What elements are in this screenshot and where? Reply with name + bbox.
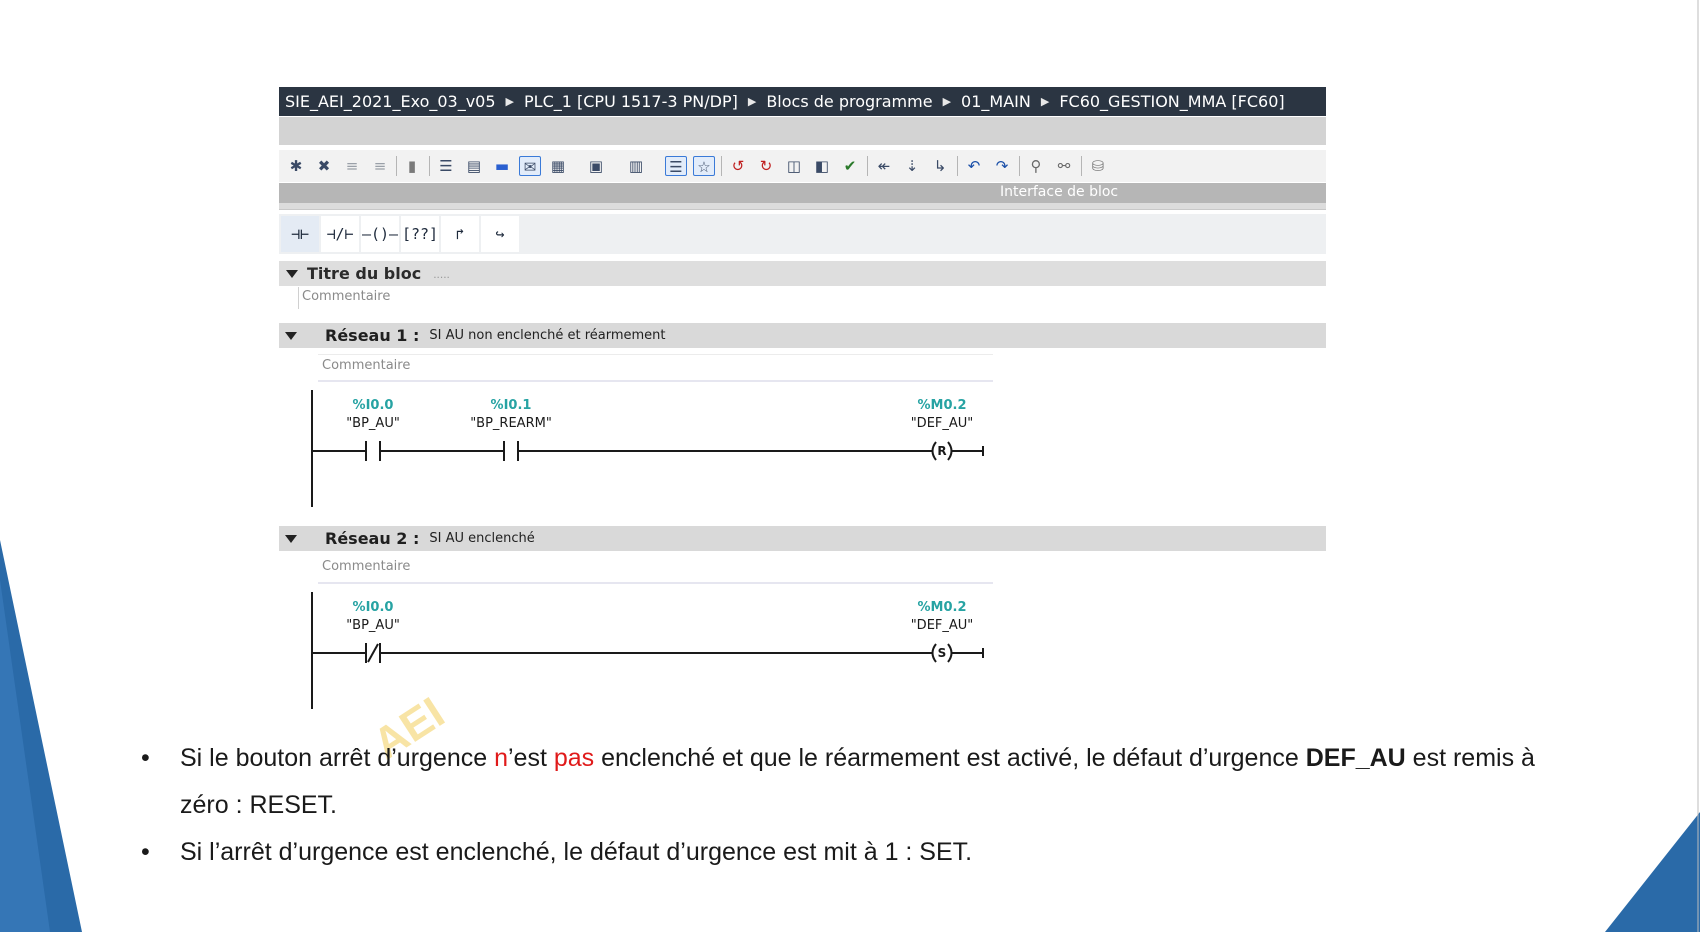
collapse-triangle-icon[interactable] [285, 534, 297, 543]
insert-row-icon[interactable]: ≡ [341, 156, 363, 176]
slide: SIE_AEI_2021_Exo_03_v05 ▶ PLC_1 [CPU 151… [0, 0, 1700, 932]
network-2-description[interactable]: SI AU enclenché [429, 531, 534, 546]
block-interface-bar[interactable]: Interface de bloc [279, 183, 1326, 203]
network-down-icon[interactable]: ⇣ [901, 156, 923, 176]
db-icon[interactable]: ⛁ [1087, 156, 1109, 176]
coil-symbol[interactable]: "DEF_AU" [911, 618, 974, 633]
network-1-title: Réseau 1 : [325, 326, 420, 345]
bullet-text-red: n [494, 744, 508, 772]
breadcrumb-item-plc[interactable]: PLC_1 [CPU 1517-3 PN/DP] [524, 92, 738, 111]
coil-type-label: R [937, 444, 946, 458]
collapse-triangle-icon[interactable] [285, 331, 297, 340]
network-1-comment[interactable]: Commentaire [318, 354, 993, 382]
bullet-text: Si l’arrêt d’urgence est enclenché, le d… [180, 838, 973, 866]
list-view-icon[interactable]: ☰ [435, 156, 457, 176]
contact-symbol[interactable]: "BP_AU" [346, 618, 400, 633]
no-contact-icon[interactable]: ⊣⊢ [281, 216, 319, 252]
nc-contact[interactable] [312, 643, 932, 663]
update-icon[interactable]: ◧ [811, 156, 833, 176]
left-corner-decoration [0, 540, 82, 932]
breadcrumb-item-project[interactable]: SIE_AEI_2021_Exo_03_v05 [285, 92, 496, 111]
contact-address[interactable]: %I0.1 [491, 398, 532, 413]
network-1-header[interactable]: Réseau 1 : SI AU non enclenché et réarme… [279, 323, 1326, 348]
delete-network-icon[interactable]: ✖ [313, 156, 335, 176]
coil-symbol[interactable]: "DEF_AU" [911, 416, 974, 431]
bullet-item: • Si le bouton arrêt d’urgence n’est pas… [130, 735, 1590, 829]
block-interface-splitter[interactable] [279, 203, 1326, 210]
network-2-comment[interactable]: Commentaire [318, 556, 993, 584]
coil-icon[interactable]: –()– [361, 216, 399, 252]
block-interface-label: Interface de bloc [1000, 184, 1119, 200]
nc-contact-icon[interactable]: ⊣/⊢ [321, 216, 359, 252]
network-2-title: Réseau 2 : [325, 529, 420, 548]
bullet-text-bold: DEF_AU [1305, 744, 1406, 772]
compare-icon[interactable]: ◫ [783, 156, 805, 176]
coil-type-label: S [938, 646, 947, 660]
step-out-icon[interactable]: ↷ [991, 156, 1013, 176]
breadcrumb-item-folder[interactable]: 01_MAIN [961, 92, 1031, 111]
ladder-instruction-toolbar: ⊣⊢ ⊣/⊢ –()– [??] ↱ ↪ [279, 214, 1326, 254]
zoom-icon[interactable]: ⚯ [1053, 156, 1075, 176]
go-to-previous-icon[interactable]: ↻ [755, 156, 777, 176]
empty-box-icon[interactable]: [??] [401, 216, 439, 252]
block-title-placeholder[interactable]: ..... [433, 267, 450, 281]
open-branch-icon[interactable]: ↱ [441, 216, 479, 252]
bullet-item: • Si l’arrêt d’urgence est enclenché, le… [130, 829, 1590, 876]
coil-address[interactable]: %M0.2 [918, 398, 967, 413]
explanation-list: • Si le bouton arrêt d’urgence n’est pas… [130, 735, 1590, 876]
network-2-ladder: %I0.0 "BP_AU" %M0.2 "DEF_AU" S [311, 592, 984, 709]
network-2-header[interactable]: Réseau 2 : SI AU enclenché [279, 526, 1326, 551]
right-corner-decoration [1605, 812, 1700, 932]
block-title-bar[interactable]: Titre du bloc ..... [279, 261, 1326, 286]
go-to-error-icon[interactable]: ↺ [727, 156, 749, 176]
db-access-icon[interactable]: ▮ [401, 156, 423, 176]
network-1-description[interactable]: SI AU non enclenché et réarmement [429, 328, 665, 343]
bullet-text-red: pas [553, 744, 595, 772]
insert-network-icon[interactable]: ✱ [285, 156, 307, 176]
add-row-icon[interactable]: ≡ [369, 156, 391, 176]
block-comment[interactable]: Commentaire [298, 287, 1298, 309]
editor-toolbar: ✱ ✖ ≡ ≡ ▮ ☰ ▤ ▬ ✉ ▦ ▣ ▥ ☰ ☆ ↺ ↻ ◫ ◧ ✔ ↞ … [279, 150, 1326, 182]
inspect-icon[interactable]: ⚲ [1025, 156, 1047, 176]
favorites-icon[interactable]: ▦ [547, 156, 569, 176]
network-1-ladder: %I0.0 "BP_AU" %I0.1 "BP_REARM" %M0.2 "DE… [311, 390, 984, 507]
block-title: Titre du bloc [307, 264, 422, 283]
collapse-triangle-icon[interactable] [286, 269, 298, 278]
favorites-toggle-icon[interactable]: ☆ [693, 156, 715, 176]
bullet-icon: • [141, 744, 150, 772]
breadcrumb-item-program-blocks[interactable]: Blocs de programme [766, 92, 932, 111]
no-contact[interactable] [503, 441, 932, 461]
bullet-icon: • [141, 838, 150, 866]
expand-icon[interactable]: ▥ [625, 156, 647, 176]
bullet-text: ’est [508, 744, 554, 772]
empty-header-bar [279, 117, 1326, 145]
network-comments-icon[interactable]: ☰ [665, 156, 687, 176]
network-jump-icon[interactable]: ↳ [929, 156, 951, 176]
breadcrumb-item-block[interactable]: FC60_GESTION_MMA [FC60] [1059, 92, 1284, 111]
right-edge-line [1697, 0, 1699, 932]
symbolic-operands-icon[interactable]: ▬ [491, 156, 513, 176]
breadcrumb-separator-icon: ▶ [505, 95, 515, 108]
close-branch-icon[interactable]: ↪ [481, 216, 519, 252]
comment-view-icon[interactable]: ✉ [519, 156, 541, 176]
breadcrumb-separator-icon: ▶ [942, 95, 952, 108]
breadcrumb: SIE_AEI_2021_Exo_03_v05 ▶ PLC_1 [CPU 151… [279, 87, 1326, 116]
network-up-icon[interactable]: ↞ [873, 156, 895, 176]
no-contact[interactable] [312, 441, 504, 461]
contact-symbol[interactable]: "BP_REARM" [470, 416, 552, 431]
contact-symbol[interactable]: "BP_AU" [346, 416, 400, 431]
download-icon[interactable]: ✔ [839, 156, 861, 176]
step-into-icon[interactable]: ↶ [963, 156, 985, 176]
bullet-text: Si le bouton arrêt d’urgence [180, 744, 495, 772]
coil-address[interactable]: %M0.2 [918, 600, 967, 615]
bullet-text: enclenché et que le réarmement est activ… [594, 744, 1306, 772]
breadcrumb-separator-icon: ▶ [1040, 95, 1050, 108]
contact-address[interactable]: %I0.0 [353, 600, 394, 615]
monitor-icon[interactable]: ▣ [585, 156, 607, 176]
contact-address[interactable]: %I0.0 [353, 398, 394, 413]
absolute-operands-icon[interactable]: ▤ [463, 156, 485, 176]
tia-portal-screenshot: SIE_AEI_2021_Exo_03_v05 ▶ PLC_1 [CPU 151… [279, 87, 1326, 714]
breadcrumb-separator-icon: ▶ [747, 95, 757, 108]
